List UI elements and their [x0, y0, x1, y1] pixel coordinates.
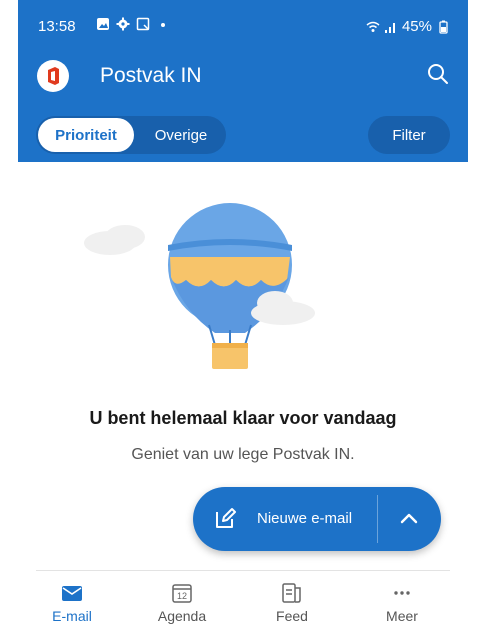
settings-icon [116, 17, 130, 31]
nav-label-feed: Feed [276, 608, 308, 624]
basket-rim [212, 343, 248, 348]
dot-icon [161, 23, 165, 27]
status-time: 13:58 [38, 18, 76, 35]
battery-icon [439, 20, 448, 34]
wifi-icon [366, 21, 380, 32]
nav-divider [36, 570, 450, 571]
calendar-day: 12 [177, 591, 187, 601]
nav-label-email: E-mail [52, 608, 92, 624]
battery-text: 45% [401, 18, 432, 35]
status-right: 45% [366, 18, 450, 35]
chevron-up-icon[interactable] [397, 507, 421, 531]
new-email-label: Nieuwe e-mail [257, 510, 353, 527]
tab-prioriteit[interactable]: Prioriteit [38, 118, 134, 152]
calendar-icon: 12 [172, 584, 192, 603]
status-bar: 13:58 45% [18, 0, 468, 42]
office-logo-icon[interactable] [37, 60, 69, 92]
cloud-right-puff [257, 291, 293, 315]
new-email-fab[interactable]: Nieuwe e-mail [193, 487, 441, 551]
nav-label-meer: Meer [386, 608, 418, 624]
title-bar: Postvak IN [18, 54, 468, 98]
more-icon [394, 591, 410, 595]
search-icon[interactable] [426, 62, 450, 86]
feed-icon [282, 583, 301, 603]
empty-state-subtitle: Geniet van uw lege Postvak IN. [131, 446, 355, 463]
nav-item-email[interactable]: E-mail [27, 576, 117, 624]
nav-label-agenda: Agenda [157, 608, 207, 624]
cloud-left-puff [105, 225, 145, 249]
filter-button[interactable]: Filter [368, 116, 450, 154]
app-header: 13:58 45% Postvak IN Prioriteit Overige … [18, 0, 468, 162]
notification-icons [96, 17, 170, 31]
gallery-icon [97, 18, 109, 30]
nav-item-agenda[interactable]: 12 Agenda [137, 576, 227, 624]
office-logo-mark [48, 67, 59, 85]
signal-icon [384, 22, 395, 33]
compose-icon [216, 508, 236, 528]
bottom-nav: E-mail 12 Agenda Feed Meer [0, 576, 486, 627]
empty-state-title: U bent helemaal klaar voor vandaag [89, 408, 397, 428]
page-title: Postvak IN [100, 64, 202, 87]
tab-group: Prioriteit Overige [36, 116, 226, 154]
nav-item-meer[interactable]: Meer [357, 576, 447, 624]
mail-icon [62, 586, 82, 601]
nav-item-feed[interactable]: Feed [247, 576, 337, 624]
fab-divider [377, 495, 378, 543]
balloon-illustration [84, 203, 315, 369]
screenshot-icon [136, 17, 150, 31]
tab-overige[interactable]: Overige [138, 118, 224, 152]
